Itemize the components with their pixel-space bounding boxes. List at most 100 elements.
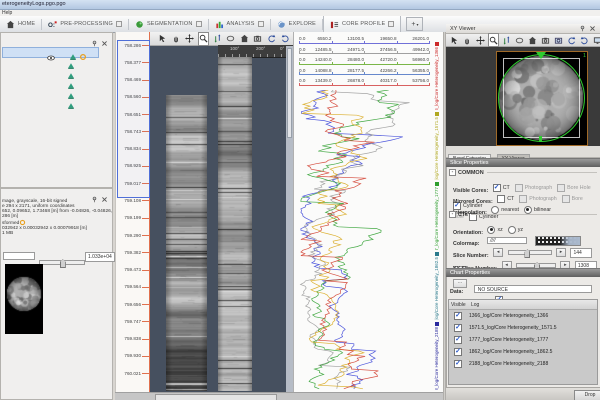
zoom-button[interactable] [198, 32, 210, 46]
depth-selection-rectangle[interactable] [117, 40, 150, 198]
log-visible-checkbox[interactable]: ✓ [454, 312, 462, 320]
rotate-ccw-button[interactable] [566, 33, 577, 47]
detach-icon[interactable] [116, 21, 122, 27]
column-log: Log [471, 302, 479, 308]
scale-tick-label: 42266.2 [367, 68, 397, 73]
close-icon[interactable] [101, 35, 108, 53]
slice-number-slider[interactable] [508, 250, 552, 255]
log-table-row[interactable]: ✓ 2188_log/Core Heterogeneity_2188 [449, 358, 597, 370]
legend-item[interactable]: 1366_log/Core Heterogeneity_1366 [430, 42, 443, 110]
ellipse-button[interactable] [225, 32, 237, 46]
log-table-row[interactable]: ✓ 1777_log/Core Heterogeneity_1777 [449, 334, 597, 346]
tree-item[interactable] [67, 87, 75, 97]
log-visible-checkbox[interactable]: ✓ [454, 360, 462, 368]
collapse-icon[interactable]: - [449, 211, 456, 218]
ribbon-tab-analysis[interactable]: ANALYSIS [209, 16, 270, 32]
tree-item[interactable] [67, 97, 75, 107]
chart-properties-title: Chart Properties [450, 270, 490, 276]
xy-viewer-canvas-area[interactable]: 1 [446, 47, 600, 146]
viewer-vertical-scrollbar[interactable] [286, 46, 293, 392]
depth-tick-label: 759.108 [124, 198, 141, 203]
log-visible-checkbox[interactable]: ✓ [454, 336, 462, 344]
min-value-field[interactable] [3, 252, 35, 260]
cursor-icon [158, 34, 167, 43]
snapshot-button[interactable] [252, 32, 264, 46]
max-value-field[interactable]: 1.033e+04 [85, 252, 115, 262]
depth-tick-label: 759.747 [124, 319, 141, 324]
group-common[interactable]: - COMMON [449, 169, 597, 176]
detach-icon[interactable] [388, 21, 394, 27]
scale-tick-label: 14240.0 [302, 57, 332, 62]
home-icon [6, 20, 15, 29]
home-button[interactable] [239, 32, 251, 46]
tree-item[interactable] [67, 57, 75, 67]
ribbon-tab-explore[interactable]: EXPLORE [271, 16, 322, 32]
ribbon-tab-pre-processing[interactable]: O:PRE-PROCESSING [42, 16, 128, 32]
slider-handle[interactable] [60, 259, 66, 268]
depth-tick-label: 759.930 [124, 353, 141, 358]
window-title: eterogeneityLogs.pgo.pgo [2, 1, 66, 7]
zoom-button[interactable] [488, 33, 499, 47]
log-visible-checkbox[interactable]: ✓ [454, 324, 462, 332]
orientation-marker-triangle[interactable] [536, 52, 546, 59]
legend-item[interactable]: 1777_log/Core Heterogeneity_1777 [430, 182, 443, 250]
log-list-table: Visible Log ✓ 1366_log/Core Heterogeneit… [448, 299, 598, 385]
legend-item[interactable]: 2188_log/Core Heterogeneity_2188 [430, 322, 443, 390]
pan-button[interactable] [171, 32, 183, 46]
slice-increment-button[interactable]: ▸ [556, 248, 566, 257]
sync-button[interactable] [501, 33, 512, 47]
move-button[interactable] [184, 32, 196, 46]
scale-axis-tick [397, 62, 398, 65]
legend-item[interactable]: 1862_log/Core Heterogeneity_1862.5 [430, 252, 443, 320]
eye-icon[interactable] [47, 49, 55, 67]
scrollbar-thumb[interactable] [287, 48, 292, 138]
home-button[interactable] [527, 33, 538, 47]
ribbon-tab-segmentation[interactable]: SEGMENTATION [129, 16, 208, 32]
viewer-horizontal-scrollbar[interactable] [115, 392, 443, 400]
core-image-strip-left[interactable] [166, 95, 207, 391]
log-table-row[interactable]: ✓ 1366_log/Core Heterogeneity_1366 [449, 310, 597, 322]
tree-item-selected[interactable] [2, 47, 99, 58]
collapse-icon[interactable]: - [449, 169, 456, 176]
camera-button[interactable] [553, 33, 564, 47]
core-image-strip-unrolled[interactable] [218, 57, 252, 391]
rotate-ccw-button[interactable] [266, 32, 278, 46]
log-visible-checkbox[interactable]: ✓ [454, 348, 462, 356]
screen-button[interactable] [592, 33, 600, 47]
group-cts[interactable]: - CTs [449, 211, 597, 218]
scrollbar-thumb[interactable] [155, 394, 277, 400]
slice-decrement-button[interactable]: ◂ [493, 248, 503, 257]
checkbox-bore-hole[interactable] [562, 195, 570, 203]
close-icon[interactable] [589, 25, 596, 32]
rotate-cw-button[interactable] [279, 32, 291, 46]
rotate-cw-button[interactable] [579, 33, 590, 47]
contrast-slider[interactable] [39, 260, 85, 265]
move-button[interactable] [475, 33, 486, 47]
snapshot-button[interactable] [540, 33, 551, 47]
tree-item[interactable] [67, 77, 75, 87]
detach-icon[interactable] [196, 21, 202, 27]
log-table-row[interactable]: ✓ 1571.5_log/Core Heterogeneity_1571.5 [449, 322, 597, 334]
new-tab-button[interactable]: +▾ [406, 17, 423, 31]
scale-tick-label: 26878.0 [334, 78, 364, 83]
legend-color-swatch [435, 112, 439, 116]
property-line: 1 MB [2, 231, 112, 236]
cursor-button[interactable] [157, 32, 169, 46]
depth-tick-mark [142, 218, 149, 219]
scale-tick-label: 6550.2 [302, 36, 332, 41]
pan-button[interactable] [462, 33, 473, 47]
sync-button[interactable] [211, 32, 223, 46]
angle-tick-label: 100° [230, 46, 239, 51]
cylinder-outline-circle[interactable] [498, 54, 585, 142]
scale-axis-tick [299, 41, 300, 44]
detach-icon[interactable] [258, 21, 264, 27]
pin-icon[interactable] [579, 25, 586, 32]
legend-item[interactable]: 1571.5_log/Core Heterogeneity_1571.5 [430, 112, 443, 180]
ellipse-button[interactable] [514, 33, 525, 47]
drop-button[interactable]: Drop [574, 390, 600, 400]
tree-item[interactable] [67, 67, 75, 77]
cursor-button[interactable] [449, 33, 460, 47]
log-table-row[interactable]: ✓ 1862_log/Core Heterogeneity_1862.5 [449, 346, 597, 358]
ribbon-tab-core-profile[interactable]: CORE PROFILE [323, 16, 401, 32]
ribbon-tab-home[interactable]: HOME [0, 16, 41, 32]
